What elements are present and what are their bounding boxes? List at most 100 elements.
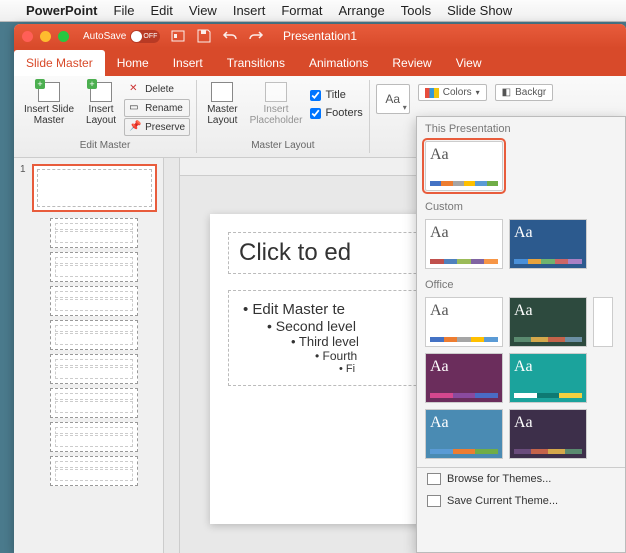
titlebar: AutoSave OFF Presentation1 <box>14 24 626 48</box>
menu-file[interactable]: File <box>114 3 135 18</box>
insert-slide-master-label: Insert Slide Master <box>24 104 74 126</box>
menu-arrange[interactable]: Arrange <box>339 3 385 18</box>
master-layout-button[interactable]: Master Layout <box>203 80 242 128</box>
dropdown-section-custom: Custom <box>417 195 625 215</box>
layout-thumbnails <box>50 218 157 486</box>
layout-thumbnail[interactable] <box>50 422 138 452</box>
preserve-button[interactable]: 📌Preserve <box>124 118 190 136</box>
save-theme-item[interactable]: Save Current Theme... <box>417 490 625 512</box>
minimize-button[interactable] <box>40 31 51 42</box>
group-label-master-layout: Master Layout <box>203 140 363 153</box>
ribbon-tabs: Slide Master Home Insert Transitions Ani… <box>14 48 626 76</box>
theme-tile[interactable]: Aa <box>425 353 503 403</box>
slide-master-thumbnail[interactable] <box>32 164 157 212</box>
placeholder-icon <box>265 82 287 102</box>
theme-tile[interactable]: Aa <box>425 141 503 191</box>
browse-themes-item[interactable]: Browse for Themes... <box>417 468 625 490</box>
color-strip-icon <box>430 449 498 454</box>
window-title: Presentation1 <box>283 29 357 43</box>
insert-placeholder-button[interactable]: Insert Placeholder <box>246 80 307 128</box>
color-strip-icon <box>430 181 498 186</box>
color-strip-icon <box>514 259 582 264</box>
menu-edit[interactable]: Edit <box>150 3 172 18</box>
app-name[interactable]: PowerPoint <box>26 3 98 18</box>
autosave-control[interactable]: AutoSave OFF <box>83 30 160 43</box>
mac-menubar: PowerPoint File Edit View Insert Format … <box>0 0 626 22</box>
thumb-number: 1 <box>20 164 28 212</box>
menu-view[interactable]: View <box>189 3 217 18</box>
color-strip-icon <box>514 337 582 342</box>
theme-tile[interactable]: Aa <box>509 219 587 269</box>
scrollbar[interactable] <box>164 158 180 553</box>
colors-icon <box>425 88 439 98</box>
tab-review[interactable]: Review <box>380 50 443 76</box>
rename-button[interactable]: ▭Rename <box>124 99 190 117</box>
save-icon <box>427 495 441 507</box>
window-controls <box>22 31 69 42</box>
menu-insert[interactable]: Insert <box>233 3 266 18</box>
close-button[interactable] <box>22 31 33 42</box>
quick-access-toolbar <box>170 28 264 44</box>
preserve-icon: 📌 <box>129 121 141 133</box>
zoom-button[interactable] <box>58 31 69 42</box>
tab-slide-master[interactable]: Slide Master <box>14 50 105 76</box>
theme-tile[interactable]: Aa <box>509 409 587 459</box>
layout-thumbnail[interactable] <box>50 252 138 282</box>
layout-icon: + <box>90 82 112 102</box>
group-edit-master: + Insert Slide Master + Insert Layout ✕D… <box>14 80 197 153</box>
insert-layout-label: Insert Layout <box>86 104 116 126</box>
layout-thumbnail[interactable] <box>50 456 138 486</box>
dropdown-section-office: Office <box>417 273 625 293</box>
autosave-label: AutoSave <box>83 31 126 42</box>
insert-layout-button[interactable]: + Insert Layout <box>82 80 120 136</box>
background-icon: ◧ <box>502 87 511 98</box>
menu-slideshow[interactable]: Slide Show <box>447 3 512 18</box>
themes-aa-icon: Aa <box>385 92 400 106</box>
color-strip-icon <box>430 259 498 264</box>
delete-icon: ✕ <box>129 83 141 95</box>
rename-icon: ▭ <box>129 102 141 114</box>
tab-transitions[interactable]: Transitions <box>215 50 297 76</box>
theme-tile[interactable] <box>593 297 613 347</box>
theme-tile[interactable]: Aa <box>509 297 587 347</box>
layout-thumbnail[interactable] <box>50 320 138 350</box>
themes-dropdown-button[interactable]: Aa <box>376 84 410 114</box>
theme-tile[interactable]: Aa <box>425 409 503 459</box>
tab-insert[interactable]: Insert <box>161 50 215 76</box>
color-strip-icon <box>430 393 498 398</box>
master-layout-label: Master Layout <box>207 104 238 126</box>
home-icon[interactable] <box>170 28 186 44</box>
colors-button[interactable]: Colors▾ <box>418 84 487 101</box>
insert-placeholder-label: Insert Placeholder <box>250 104 303 126</box>
tab-view[interactable]: View <box>444 50 494 76</box>
color-strip-icon <box>514 393 582 398</box>
dropdown-footer: Browse for Themes... Save Current Theme.… <box>417 467 625 512</box>
layout-thumbnail[interactable] <box>50 286 138 316</box>
menu-tools[interactable]: Tools <box>401 3 431 18</box>
background-button[interactable]: ◧Backgr <box>495 84 554 101</box>
layout-thumbnail[interactable] <box>50 218 138 248</box>
layout-thumbnail[interactable] <box>50 388 138 418</box>
dropdown-section-this-presentation: This Presentation <box>417 117 625 137</box>
autosave-toggle[interactable]: OFF <box>130 30 160 43</box>
theme-tile[interactable]: Aa <box>509 353 587 403</box>
slide-master-icon: + <box>38 82 60 102</box>
color-strip-icon <box>514 449 582 454</box>
undo-icon[interactable] <box>222 28 238 44</box>
tab-animations[interactable]: Animations <box>297 50 380 76</box>
theme-tile[interactable]: Aa <box>425 297 503 347</box>
footers-checkbox[interactable]: Footers <box>310 107 362 119</box>
menu-format[interactable]: Format <box>281 3 322 18</box>
thumbnail-panel[interactable]: 1 <box>14 158 164 553</box>
layout-thumbnail[interactable] <box>50 354 138 384</box>
delete-button[interactable]: ✕Delete <box>124 80 190 98</box>
title-checkbox[interactable]: Title <box>310 89 362 101</box>
master-layout-icon <box>211 82 233 102</box>
insert-slide-master-button[interactable]: + Insert Slide Master <box>20 80 78 136</box>
tab-home[interactable]: Home <box>105 50 161 76</box>
folder-icon <box>427 473 441 485</box>
color-strip-icon <box>430 337 498 342</box>
redo-icon[interactable] <box>248 28 264 44</box>
save-icon[interactable] <box>196 28 212 44</box>
theme-tile[interactable]: Aa <box>425 219 503 269</box>
